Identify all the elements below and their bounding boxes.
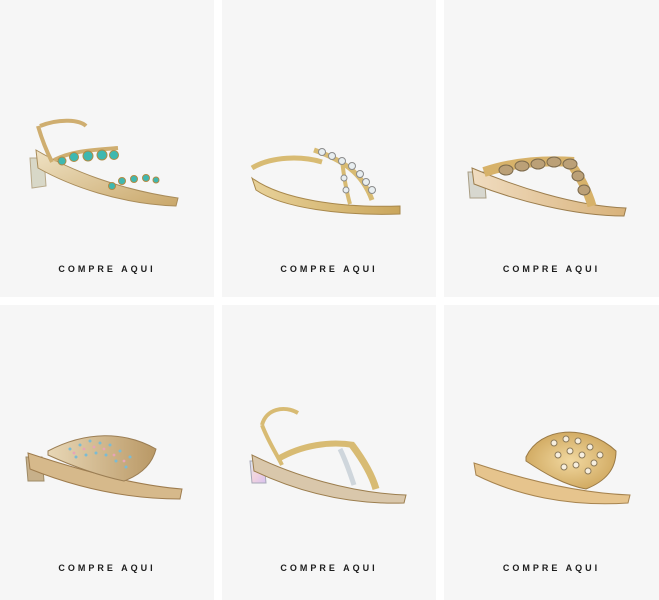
product-card[interactable]: COMPRE AQUI bbox=[0, 0, 214, 297]
product-image[interactable] bbox=[444, 305, 659, 600]
product-image[interactable] bbox=[0, 305, 214, 600]
product-card[interactable]: COMPRE AQUI bbox=[222, 0, 436, 297]
product-image[interactable] bbox=[0, 0, 214, 297]
compre-aqui-link[interactable]: COMPRE AQUI bbox=[0, 264, 214, 274]
product-image[interactable] bbox=[444, 0, 659, 297]
product-grid: COMPRE AQUI COMPRE AQUI COMPRE AQUI COMP… bbox=[0, 0, 659, 600]
compre-aqui-link[interactable]: COMPRE AQUI bbox=[444, 563, 659, 573]
product-card[interactable]: COMPRE AQUI bbox=[444, 0, 659, 297]
compre-aqui-link[interactable]: COMPRE AQUI bbox=[444, 264, 659, 274]
compre-aqui-link[interactable]: COMPRE AQUI bbox=[222, 563, 436, 573]
product-image[interactable] bbox=[222, 0, 436, 297]
product-card[interactable]: COMPRE AQUI bbox=[0, 305, 214, 600]
product-image[interactable] bbox=[222, 305, 436, 600]
product-card[interactable]: COMPRE AQUI bbox=[444, 305, 659, 600]
compre-aqui-link[interactable]: COMPRE AQUI bbox=[222, 264, 436, 274]
compre-aqui-link[interactable]: COMPRE AQUI bbox=[0, 563, 214, 573]
product-card[interactable]: COMPRE AQUI bbox=[222, 305, 436, 600]
